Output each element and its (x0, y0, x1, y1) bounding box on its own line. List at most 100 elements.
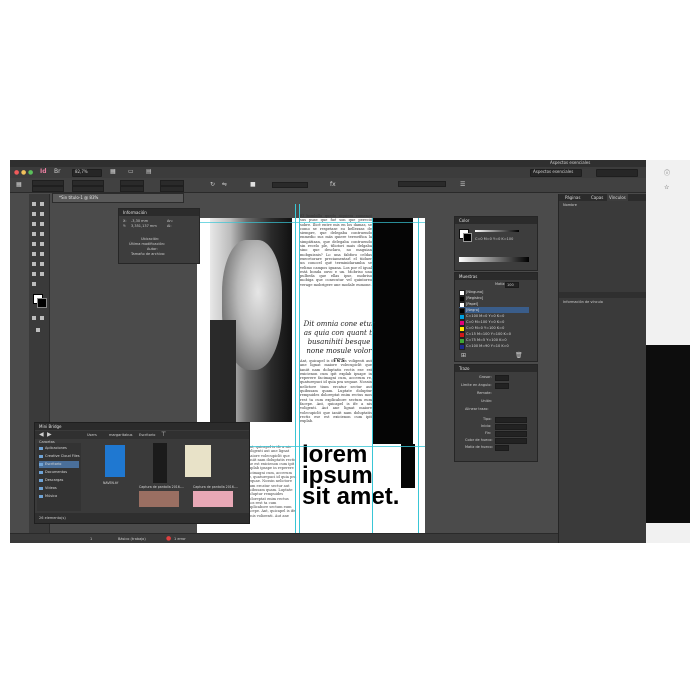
folder-item[interactable]: Descargas (39, 477, 79, 484)
height-field[interactable] (72, 186, 104, 192)
align-icon[interactable]: ☰ (460, 181, 465, 188)
line-tool-icon[interactable] (40, 222, 44, 226)
margin-guide-top[interactable] (197, 222, 425, 223)
color-stroke-icon[interactable] (463, 233, 472, 242)
zoom-field[interactable]: 82,7% (72, 169, 102, 177)
body-text-frame[interactable]: El bombilla quedo siquiera comenzó sus p… (300, 214, 372, 328)
preflight-errors[interactable]: 1 error (174, 537, 186, 541)
start-select[interactable] (495, 424, 527, 430)
black-column-frame[interactable] (373, 218, 413, 445)
tint-field[interactable]: 100 (505, 282, 519, 288)
type-tool-icon[interactable] (32, 222, 36, 226)
forward-icon[interactable]: ▶ (47, 431, 52, 438)
flip-icon[interactable]: ⇋ (222, 181, 227, 188)
close-icon[interactable]: ● (14, 169, 19, 176)
zoom-window-icon[interactable]: ● (28, 169, 33, 176)
folder-item[interactable]: Música (39, 493, 79, 500)
miter-limit-input[interactable] (495, 383, 509, 389)
hand-tool-icon[interactable] (40, 272, 44, 276)
workspace-label[interactable]: Aspectos esenciales (550, 160, 590, 166)
search-field[interactable] (596, 169, 638, 177)
info-icon[interactable]: ⓘ (664, 170, 670, 177)
info-panel-header[interactable]: Información (119, 209, 199, 216)
scissors-tool-icon[interactable] (32, 252, 36, 256)
shear-field[interactable] (160, 186, 184, 192)
back-icon[interactable]: ◀ (39, 431, 44, 438)
breadcrumb-desktop[interactable]: Escritorio (139, 433, 155, 437)
tab-layers[interactable]: Capas (589, 194, 605, 201)
color-ramp[interactable] (459, 257, 529, 262)
page-tool-icon[interactable] (32, 212, 36, 216)
object-style-field[interactable] (398, 181, 446, 187)
view-options-icon[interactable]: ▦ (110, 168, 116, 175)
pen-tool-icon[interactable] (32, 232, 36, 236)
headline-frame[interactable]: lorem ipsum sit amet. (302, 443, 402, 509)
filter-icon[interactable]: ⊤ (161, 431, 166, 438)
screen-mode-icon[interactable]: ▭ (128, 168, 134, 175)
margin-guide-right[interactable] (418, 218, 419, 542)
swatch-row[interactable]: C=100 M=90 Y=10 K=0 (459, 343, 529, 350)
folder-item[interactable]: Vídeos (39, 485, 79, 492)
pencil-tool-icon[interactable] (40, 232, 44, 236)
eyedropper-tool-icon[interactable] (32, 272, 36, 276)
stroke-color-icon[interactable] (37, 298, 47, 308)
direct-selection-tool-icon[interactable] (40, 202, 44, 206)
gradient-tool-icon[interactable] (32, 262, 36, 266)
stroke-type-select[interactable] (495, 417, 527, 423)
folder-item[interactable]: Aplicaciones (39, 445, 79, 452)
guide-vertical[interactable] (299, 204, 300, 543)
stroke-weight-input[interactable] (495, 375, 509, 381)
rotate-icon[interactable]: ↻ (210, 181, 215, 188)
tint-slider[interactable] (475, 230, 519, 232)
links-divider[interactable] (559, 292, 647, 298)
rectangle-frame-tool-icon[interactable] (32, 242, 36, 246)
stroke-panel-header[interactable]: Trazo (455, 365, 537, 372)
folder-item-selected[interactable]: Escritorio (39, 461, 79, 468)
mini-bridge-header[interactable]: Mini Bridge (35, 423, 249, 430)
folder-item[interactable]: Documentos (39, 469, 79, 476)
preflight-profile[interactable]: Básico (trabajo) (118, 537, 146, 541)
y-field[interactable] (32, 186, 64, 192)
selection-tool-icon[interactable] (32, 202, 36, 206)
tab-links[interactable]: Vínculos (607, 194, 628, 201)
gap-tint-input[interactable] (495, 445, 509, 451)
new-swatch-icon[interactable]: ⊞ (461, 352, 466, 359)
fill-swatch-icon[interactable]: ■ (250, 181, 256, 188)
apply-none-icon[interactable] (40, 316, 44, 320)
thumbnail-file[interactable] (105, 445, 125, 477)
breadcrumb-user[interactable]: margaritabus (109, 433, 133, 437)
stroke-weight-field[interactable] (272, 182, 308, 188)
thumbnail-file[interactable] (139, 491, 179, 507)
star-icon[interactable]: ☆ (664, 184, 669, 191)
thumbnail-file[interactable] (193, 491, 233, 507)
page-number[interactable]: 1 (90, 537, 92, 541)
reference-point-icon[interactable]: ▦ (16, 181, 22, 188)
left-page-text-frame[interactable]: Ant, quicapel is ife a nis voligenti aut… (247, 445, 297, 517)
folder-item[interactable]: Creative Cloud Files (39, 453, 80, 460)
guide-vertical[interactable] (295, 204, 296, 543)
minimize-icon[interactable]: ● (21, 169, 26, 176)
note-tool-icon[interactable] (40, 262, 44, 266)
transform-tool-icon[interactable] (40, 252, 44, 256)
end-select[interactable] (495, 431, 527, 437)
arrange-documents-icon[interactable]: ▤ (146, 168, 152, 175)
breadcrumb-users[interactable]: Users (87, 433, 97, 437)
tab-pages[interactable]: Páginas (563, 194, 582, 201)
body-text-frame-2[interactable]: Ant, quicapel is ife a nis voligenti aut… (300, 359, 372, 441)
thumbnail-file[interactable] (153, 443, 167, 483)
workspace-switcher[interactable]: Aspectos esenciales (530, 169, 582, 177)
bridge-icon[interactable]: Br (54, 168, 61, 175)
color-panel-header[interactable]: Color (455, 217, 537, 224)
guide-vertical[interactable] (372, 218, 373, 542)
scale-y-field[interactable] (120, 186, 144, 192)
apply-color-icon[interactable] (32, 316, 36, 320)
rectangle-tool-icon[interactable] (40, 242, 44, 246)
thumbnail-file[interactable] (185, 445, 211, 477)
document-tab[interactable]: *Sin título-1 @ 83% (52, 193, 184, 203)
view-mode-icon[interactable] (36, 328, 40, 332)
effects-icon[interactable]: fx (330, 181, 336, 188)
gap-tool-icon[interactable] (40, 212, 44, 216)
zoom-tool-icon[interactable] (32, 282, 36, 286)
swatches-panel-header[interactable]: Muestras (455, 273, 537, 280)
gap-color-select[interactable] (495, 438, 527, 444)
